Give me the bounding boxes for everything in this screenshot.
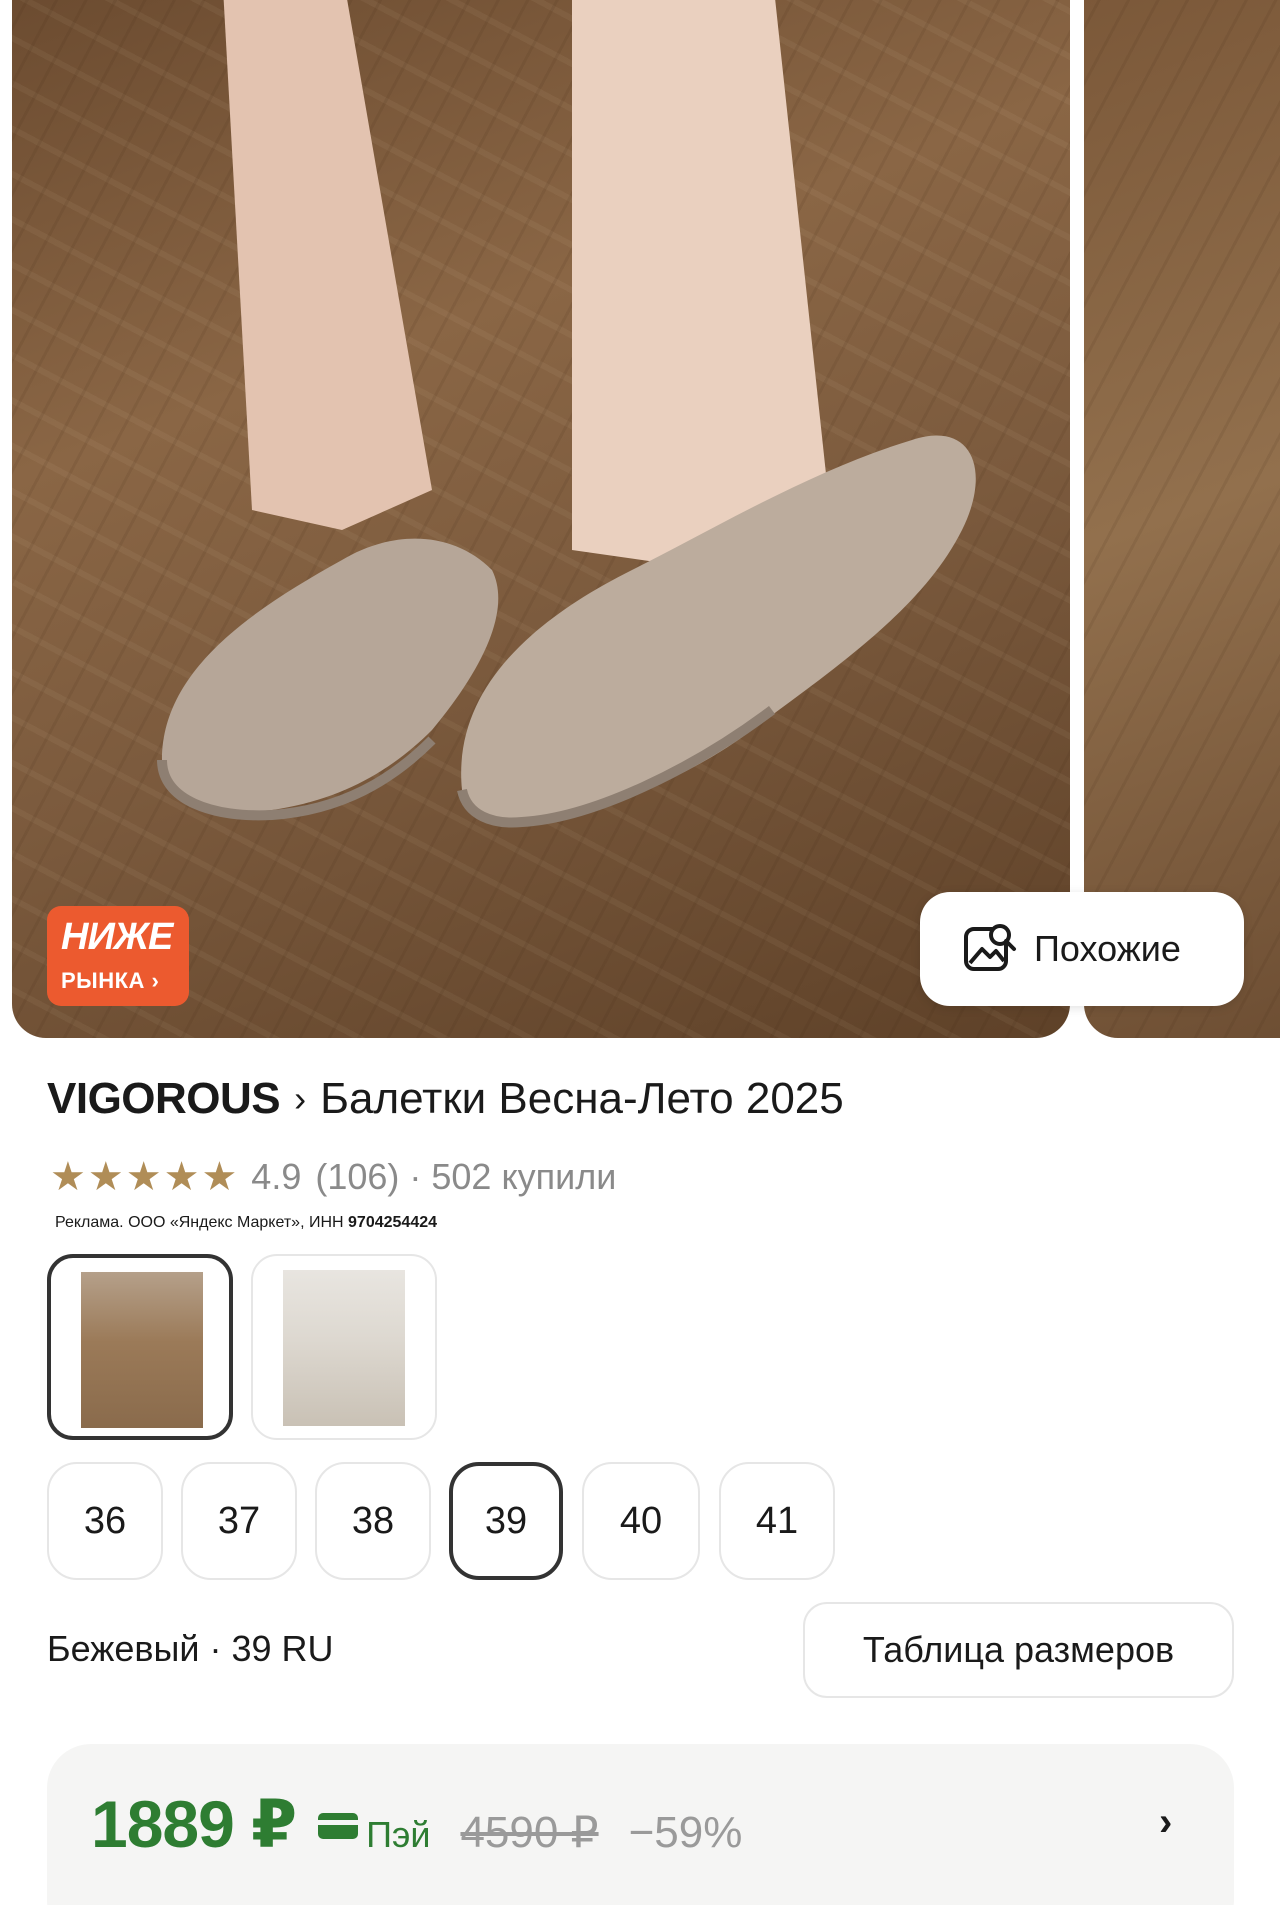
size-option-36[interactable]: 36 xyxy=(47,1462,163,1580)
below-market-badge[interactable]: НИЖЕ РЫНКА › xyxy=(47,906,189,1006)
badge-title: НИЖЕ xyxy=(61,916,173,958)
product-photo-main[interactable] xyxy=(12,0,1070,1038)
price-card[interactable]: 1889 ₽ Пэй 4590 ₽ −59% › xyxy=(47,1744,1234,1905)
card-icon xyxy=(318,1813,359,1839)
rating-value: 4.9 xyxy=(251,1156,302,1197)
size-option-40[interactable]: 40 xyxy=(582,1462,700,1580)
star-icon: ★ xyxy=(50,1155,86,1199)
reviews-count[interactable]: (106) xyxy=(315,1156,399,1198)
size-option-38[interactable]: 38 xyxy=(315,1462,431,1580)
variant-beige[interactable] xyxy=(47,1254,233,1440)
size-option-41[interactable]: 41 xyxy=(719,1462,835,1580)
ad-inn: 9704254424 xyxy=(348,1214,438,1231)
discount-percent: −59% xyxy=(628,1808,743,1857)
price-row: 1889 ₽ Пэй 4590 ₽ −59% xyxy=(91,1786,742,1863)
size-option-37[interactable]: 37 xyxy=(181,1462,297,1580)
variant-thumbnail xyxy=(81,1272,203,1428)
buyers-count: · 502 купили xyxy=(409,1156,617,1197)
rating-row[interactable]: ★ ★ ★ ★ ★ 4.9 (106) · 502 купили xyxy=(50,1156,616,1198)
current-price: 1889 ₽ xyxy=(91,1787,297,1861)
product-title: VIGOROUS › Балетки Весна-Лето 2025 xyxy=(47,1074,844,1124)
ad-disclaimer: Реклама. ООО «Яндекс Маркет», ИНН 970425… xyxy=(55,1214,437,1232)
ad-text: Реклама. ООО «Яндекс Маркет», ИНН xyxy=(55,1214,344,1231)
image-search-icon xyxy=(964,924,1016,971)
badge-subtitle: РЫНКА › xyxy=(61,968,160,993)
similar-label: Похожие xyxy=(1034,928,1181,969)
star-icon: ★ xyxy=(201,1155,238,1199)
star-icon: ★ xyxy=(87,1155,124,1199)
star-icon: ★ xyxy=(163,1155,200,1199)
variant-thumbnail xyxy=(283,1270,405,1426)
rating-stars: ★ ★ ★ ★ ★ xyxy=(50,1157,237,1197)
chevron-right-icon: › xyxy=(294,1078,307,1119)
product-page: НИЖЕ РЫНКА › Похожие VIGOROUS › Балетки … xyxy=(0,0,1280,1905)
photo-gallery[interactable]: НИЖЕ РЫНКА › Похожие xyxy=(0,0,1280,1040)
variant-blue[interactable] xyxy=(251,1254,437,1440)
product-name: Балетки Весна-Лето 2025 xyxy=(320,1074,844,1123)
old-price: 4590 ₽ xyxy=(460,1808,599,1857)
star-icon: ★ xyxy=(125,1155,162,1199)
product-photo-illustration xyxy=(157,0,976,828)
selected-variant-summary: Бежевый · 39 RU xyxy=(47,1628,334,1669)
product-photo-next[interactable] xyxy=(1084,0,1280,1038)
similar-button[interactable]: Похожие xyxy=(920,892,1244,1006)
brand-link[interactable]: VIGOROUS xyxy=(47,1074,281,1124)
chevron-right-icon: › xyxy=(1159,1800,1173,1844)
pay-label: Пэй xyxy=(366,1814,431,1855)
size-table-button[interactable]: Таблица размеров xyxy=(803,1602,1234,1698)
size-option-39[interactable]: 39 xyxy=(449,1462,563,1580)
